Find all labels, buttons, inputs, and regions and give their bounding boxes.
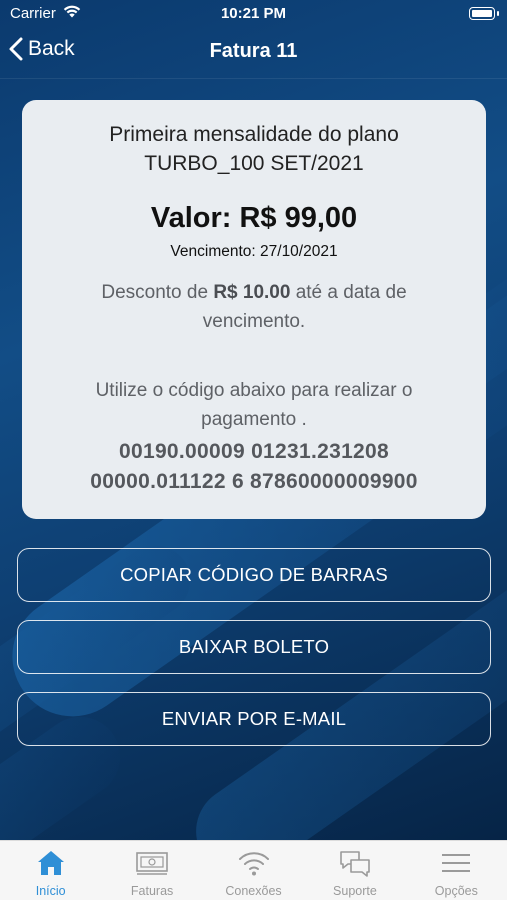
plan-line-2: TURBO_100 SET/2021 bbox=[144, 152, 364, 175]
tab-label: Início bbox=[35, 884, 66, 898]
discount-prefix: Desconto de bbox=[101, 282, 214, 303]
payment-instruction: Utilize o código abaixo para realizar o … bbox=[95, 380, 413, 430]
plan-line-1: Primeira mensalidade do plano bbox=[109, 123, 399, 146]
barcode-line-2: 00000.011122 6 87860000009900 bbox=[90, 470, 418, 493]
status-bar: Carrier 10:21 PM bbox=[0, 0, 507, 28]
chat-icon bbox=[338, 849, 372, 884]
tab-label: Opções bbox=[434, 884, 478, 898]
tab-bar: Início Faturas Conexões Suporte Opções bbox=[0, 840, 507, 900]
clock: 10:21 PM bbox=[220, 5, 287, 22]
battery-icon bbox=[469, 7, 499, 20]
plan-description: Primeira mensalidade do plano TURBO_100 … bbox=[22, 120, 486, 178]
barcode-number[interactable]: 00190.00009 01231.231208 00000.011122 6 … bbox=[32, 437, 476, 497]
invoice-card: Primeira mensalidade do plano TURBO_100 … bbox=[22, 100, 486, 519]
discount-amount: R$ 10.00 bbox=[213, 282, 291, 303]
nav-divider bbox=[0, 78, 507, 79]
wifi-icon bbox=[237, 849, 271, 882]
invoice-icon bbox=[135, 849, 169, 882]
invoice-amount: Valor: R$ 99,00 bbox=[150, 202, 358, 234]
tab-conexoes[interactable]: Conexões bbox=[203, 841, 304, 900]
page-title: Fatura 11 bbox=[209, 40, 298, 62]
home-icon bbox=[36, 849, 66, 882]
navigation-bar: Back Fatura 11 bbox=[0, 28, 507, 76]
tab-inicio[interactable]: Início bbox=[0, 841, 101, 900]
tab-label: Suporte bbox=[333, 884, 377, 898]
tab-opcoes[interactable]: Opções bbox=[406, 841, 507, 900]
download-boleto-button[interactable]: BAIXAR BOLETO bbox=[17, 620, 491, 674]
send-email-button[interactable]: ENVIAR POR E-MAIL bbox=[17, 692, 491, 746]
menu-icon bbox=[440, 849, 472, 882]
tab-label: Conexões bbox=[225, 884, 282, 898]
discount-text: Desconto de R$ 10.00 até a data de venci… bbox=[62, 278, 446, 336]
copy-barcode-button[interactable]: COPIAR CÓDIGO DE BARRAS bbox=[17, 548, 491, 602]
tab-suporte[interactable]: Suporte bbox=[304, 841, 405, 900]
due-date: Vencimento: 27/10/2021 bbox=[170, 243, 338, 260]
tab-faturas[interactable]: Faturas bbox=[101, 841, 202, 900]
barcode-line-1: 00190.00009 01231.231208 bbox=[119, 440, 389, 463]
tab-label: Faturas bbox=[130, 884, 174, 898]
